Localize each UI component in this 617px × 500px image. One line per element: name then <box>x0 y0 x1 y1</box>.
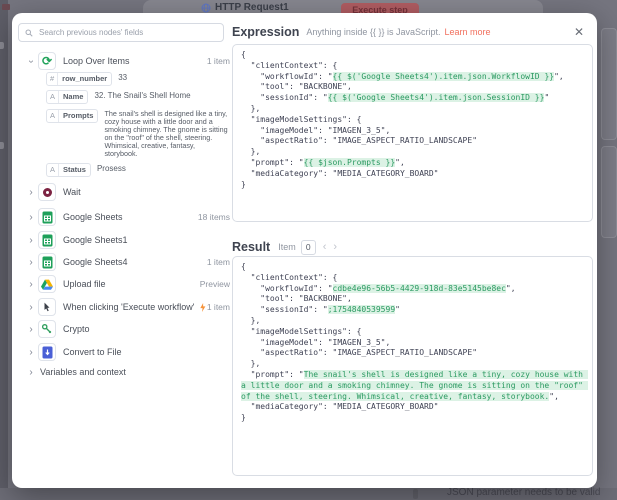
expression-editor-modal: › ⟳ Loop Over Items 1 item #row_number 3… <box>12 13 597 488</box>
tree-node-google-sheets4[interactable]: › Google Sheets4 1 item <box>26 253 230 271</box>
item-count: Preview <box>200 279 230 289</box>
background-node-panel: HTTP Request1 Execute step <box>143 0 543 14</box>
item-count: 18 items <box>198 212 230 222</box>
file-icon <box>38 343 56 361</box>
result-header: Result Item 0 ‹ › <box>232 239 593 255</box>
search-input-wrap[interactable] <box>18 23 224 42</box>
google-sheets-icon <box>38 253 56 271</box>
result-item-index[interactable]: 0 <box>301 240 316 255</box>
background-tick <box>0 142 4 149</box>
google-sheets-icon <box>38 208 56 226</box>
result-title: Result <box>232 240 270 254</box>
chevron-right-icon[interactable]: › <box>26 279 36 290</box>
field-row-number[interactable]: #row_number 33 <box>46 72 127 86</box>
tree-node-loop-over-items[interactable]: › ⟳ Loop Over Items 1 item <box>26 52 230 70</box>
result-item-label: Item <box>278 242 296 252</box>
field-value: The snail's shell is designed like a tin… <box>104 110 228 157</box>
field-prompts[interactable]: APrompts The snail's shell is designed l… <box>46 109 228 157</box>
chevron-right-icon[interactable]: › <box>26 302 36 313</box>
text-type-icon: A <box>47 110 59 122</box>
next-item-icon[interactable]: › <box>333 241 337 254</box>
text-type-icon: A <box>47 164 59 176</box>
google-drive-icon <box>38 275 56 293</box>
chevron-right-icon[interactable]: › <box>26 257 36 268</box>
expression-header: Expression Anything inside {{ }} is Java… <box>232 24 593 40</box>
learn-more-link[interactable]: Learn more <box>444 27 490 37</box>
result-view: { "clientContext": { "workflowId": "cdbe… <box>232 256 593 476</box>
chevron-down-icon[interactable]: › <box>26 56 37 66</box>
chevron-right-icon[interactable]: › <box>26 212 36 223</box>
globe-icon <box>201 3 211 13</box>
chevron-right-icon[interactable]: › <box>26 367 36 378</box>
tree-node-google-sheets1[interactable]: › Google Sheets1 <box>26 231 230 249</box>
chevron-right-icon[interactable]: › <box>26 187 36 198</box>
field-value: Prosess <box>97 163 126 175</box>
key-icon <box>38 320 56 338</box>
tree-node-manual-trigger[interactable]: › When clicking 'Execute workflow' 1 ite… <box>26 298 230 316</box>
search-input[interactable] <box>37 27 223 38</box>
prev-item-icon[interactable]: ‹ <box>323 241 327 254</box>
background-left-strip <box>0 0 8 500</box>
json-validation-hint: JSON parameter needs to be valid <box>447 487 600 498</box>
background-tick <box>0 42 4 49</box>
wait-icon <box>38 183 56 201</box>
google-sheets-icon <box>38 231 56 249</box>
scrollbar-handle[interactable] <box>413 489 418 499</box>
background-node-title-text: HTTP Request1 <box>215 2 289 13</box>
chevron-right-icon[interactable]: › <box>26 324 36 335</box>
close-icon[interactable]: ✕ <box>574 24 584 40</box>
expression-subtitle: Anything inside {{ }} is JavaScript. <box>306 27 440 37</box>
field-value: 33 <box>118 72 127 84</box>
item-count: 1 item <box>207 257 230 267</box>
tree-node-convert-to-file[interactable]: › Convert to File <box>26 343 230 361</box>
background-node-title: HTTP Request1 <box>201 2 289 13</box>
item-count: 1 item <box>207 302 230 312</box>
field-value: 32. The Snail's Shell Home <box>94 90 190 102</box>
expression-title: Expression <box>232 25 299 39</box>
search-icon <box>25 29 33 37</box>
text-type-icon: A <box>47 91 59 103</box>
tree-node-variables-and-context[interactable]: › Variables and context <box>26 365 230 379</box>
tree-node-google-sheets[interactable]: › Google Sheets 18 items <box>26 208 230 226</box>
lightning-icon <box>198 303 206 312</box>
tree-node-wait[interactable]: › Wait <box>26 183 230 201</box>
field-name[interactable]: AName 32. The Snail's Shell Home <box>46 90 191 104</box>
background-panel-shape <box>601 28 617 140</box>
background-panel-shape <box>601 146 617 238</box>
chevron-right-icon[interactable]: › <box>26 347 36 358</box>
item-count: 1 item <box>207 56 230 66</box>
number-type-icon: # <box>47 73 58 85</box>
background-mark <box>2 4 10 10</box>
field-status[interactable]: AStatus Prosess <box>46 163 126 177</box>
loop-over-items-icon: ⟳ <box>38 52 56 70</box>
tree-node-crypto[interactable]: › Crypto <box>26 320 230 338</box>
chevron-right-icon[interactable]: › <box>26 235 36 246</box>
expression-editor[interactable]: { "clientContext": { "workflowId": "{{ $… <box>232 44 593 222</box>
cursor-icon <box>38 298 56 316</box>
screen: HTTP Request1 Execute step JSON paramete… <box>0 0 617 500</box>
tree-node-upload-file[interactable]: › Upload file Preview <box>26 275 230 293</box>
